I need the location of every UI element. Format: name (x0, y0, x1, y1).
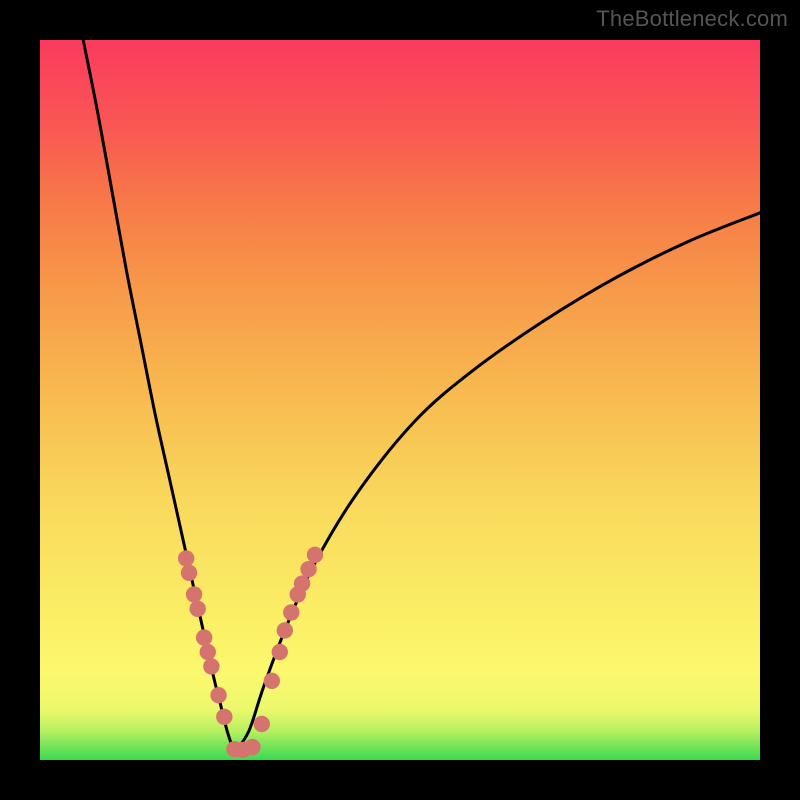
marker-dot (196, 629, 212, 645)
plot-area (40, 40, 760, 760)
marker-dot (186, 586, 202, 602)
marker-dot (264, 673, 280, 689)
marker-dot (307, 547, 323, 563)
marker-dot (244, 739, 260, 755)
marker-dot (272, 644, 288, 660)
chart-container: TheBottleneck.com (0, 0, 800, 800)
marker-dot (203, 658, 219, 674)
curve-right (234, 213, 760, 753)
marker-dot (300, 561, 316, 577)
curve-layer (40, 40, 760, 760)
marker-dot (181, 565, 197, 581)
marker-dot (200, 644, 216, 660)
watermark-text: TheBottleneck.com (596, 6, 788, 32)
marker-dot (189, 601, 205, 617)
marker-dot (283, 604, 299, 620)
marker-dot (254, 716, 270, 732)
marker-dot (294, 575, 310, 591)
marker-dot (210, 687, 226, 703)
marker-dot (277, 622, 293, 638)
marker-dot (178, 550, 194, 566)
marker-dot (216, 709, 232, 725)
